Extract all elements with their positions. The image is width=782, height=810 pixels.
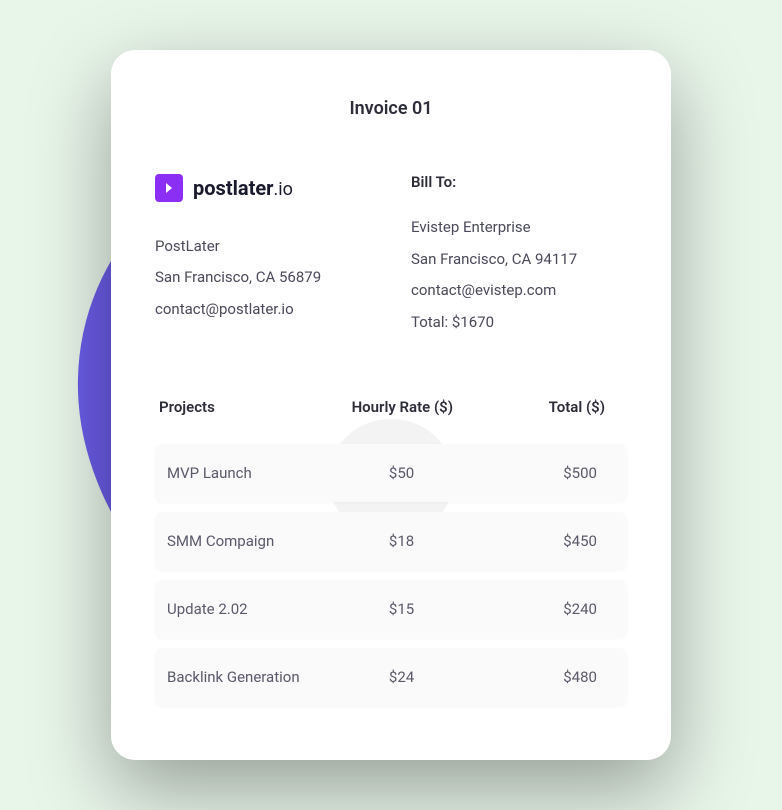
invoice-card: Invoice 01 postlater.io PostLater San Fr…: [111, 50, 671, 761]
from-name: PostLater: [155, 231, 371, 263]
cell-total: $240: [467, 600, 615, 618]
table-row: MVP Launch $50 $500: [155, 444, 627, 502]
from-email: contact@postlater.io: [155, 294, 371, 326]
billto-column: Bill To: Evistep Enterprise San Francisc…: [411, 167, 627, 339]
brand-suffix: .io: [273, 179, 292, 200]
projects-table: Projects Hourly Rate ($) Total ($) MVP L…: [155, 398, 627, 706]
logo-mark-icon: [155, 174, 183, 202]
col-rate: Hourly Rate ($): [335, 398, 470, 416]
logo: postlater.io: [155, 167, 371, 209]
invoice-title: Invoice 01: [155, 98, 627, 119]
logo-text: postlater.io: [193, 167, 293, 209]
billto-email: contact@evistep.com: [411, 275, 627, 307]
billto-address: San Francisco, CA 94117: [411, 244, 627, 276]
table-row: Backlink Generation $24 $480: [155, 648, 627, 706]
table-row: SMM Compaign $18 $450: [155, 512, 627, 570]
cell-project: SMM Compaign: [167, 532, 336, 550]
cell-project: Backlink Generation: [167, 668, 336, 686]
col-total: Total ($): [470, 398, 623, 416]
brand-name: postlater: [193, 176, 273, 200]
invoice-info: postlater.io PostLater San Francisco, CA…: [155, 167, 627, 339]
from-address: San Francisco, CA 56879: [155, 262, 371, 294]
table-row: Update 2.02 $15 $240: [155, 580, 627, 638]
cell-project: Update 2.02: [167, 600, 336, 618]
cell-total: $480: [467, 668, 615, 686]
table-header: Projects Hourly Rate ($) Total ($): [155, 398, 627, 444]
cell-rate: $24: [336, 668, 466, 686]
cell-project: MVP Launch: [167, 464, 336, 482]
cell-rate: $18: [336, 532, 466, 550]
col-projects: Projects: [159, 398, 335, 416]
cell-total: $450: [467, 532, 615, 550]
cell-rate: $15: [336, 600, 466, 618]
cell-total: $500: [467, 464, 615, 482]
billto-total: Total: $1670: [411, 307, 627, 339]
billto-name: Evistep Enterprise: [411, 212, 627, 244]
cell-rate: $50: [336, 464, 466, 482]
billto-label: Bill To:: [411, 167, 627, 199]
from-column: postlater.io PostLater San Francisco, CA…: [155, 167, 371, 339]
